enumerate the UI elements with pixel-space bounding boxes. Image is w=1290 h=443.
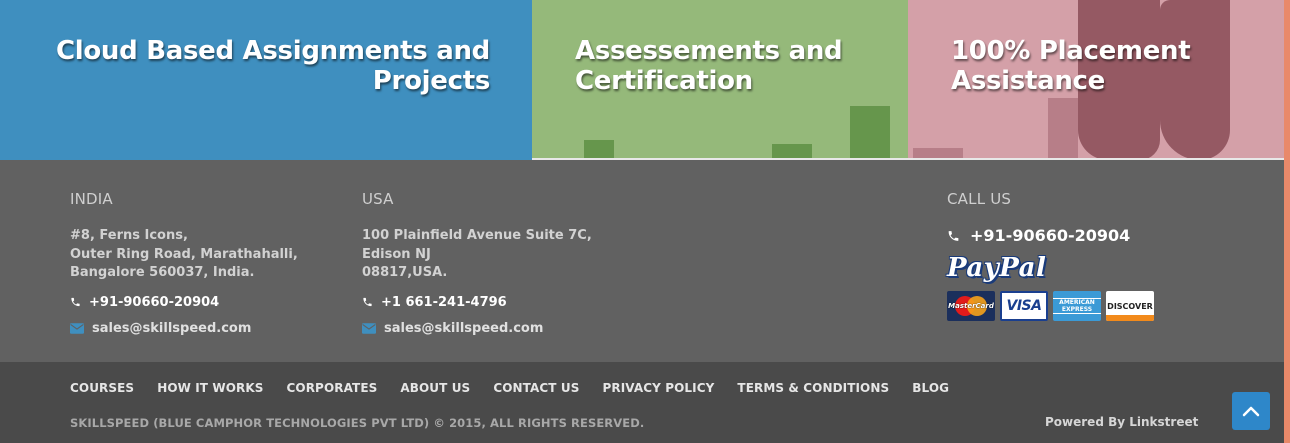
footer-nav: COURSES HOW IT WORKS CORPORATES ABOUT US… <box>70 381 972 395</box>
features-band: Cloud Based Assignments and Projects Ass… <box>0 0 1284 160</box>
nav-privacy-policy[interactable]: PRIVACY POLICY <box>602 381 714 395</box>
nav-courses[interactable]: COURSES <box>70 381 134 395</box>
feature-title: 100% Placement Assistance <box>951 36 1191 96</box>
feature-assessments: Assessements and Certification <box>532 0 908 160</box>
chevron-up-icon <box>1242 406 1260 417</box>
card-name: AMERICAN EXPRESS <box>1053 298 1101 314</box>
phone-icon <box>948 230 959 241</box>
phone-icon <box>71 297 80 307</box>
card-name: DISCOVER <box>1107 301 1153 311</box>
skyline-building <box>913 148 963 158</box>
nav-contact-us[interactable]: CONTACT US <box>493 381 579 395</box>
nav-corporates[interactable]: CORPORATES <box>287 381 378 395</box>
address-line: 100 Plainfield Avenue Suite 7C, <box>362 228 592 243</box>
scroll-to-top-button[interactable] <box>1232 392 1270 430</box>
envelope-icon <box>70 322 84 334</box>
phone-icon <box>363 297 372 307</box>
nav-about-us[interactable]: ABOUT US <box>400 381 470 395</box>
payment-cards: MasterCard VISA AMERICAN EXPRESS DISCOVE… <box>947 291 1247 321</box>
address-line: 08817,USA. <box>362 265 448 280</box>
page-scrollbar[interactable] <box>1284 0 1290 443</box>
feature-title: Assessements and Certification <box>575 36 843 96</box>
address-line: Outer Ring Road, Marathahalli, <box>70 246 298 262</box>
phone-number: +91-90660-20904 <box>970 226 1131 245</box>
mastercard-logo: MasterCard <box>947 291 995 321</box>
india-contact: INDIA #8, Ferns Icons, Outer Ring Road, … <box>70 190 330 336</box>
india-heading: INDIA <box>70 190 113 208</box>
nav-blog[interactable]: BLOG <box>912 381 949 395</box>
copyright-text: SKILLSPEED (BLUE CAMPHOR TECHNOLOGIES PV… <box>70 416 645 430</box>
powered-by-link[interactable]: Powered By Linkstreet <box>1045 415 1198 429</box>
usa-contact: USA 100 Plainfield Avenue Suite 7C, Edis… <box>362 190 622 336</box>
usa-heading: USA <box>362 190 394 208</box>
india-address: #8, Ferns Icons, Outer Ring Road, Marath… <box>70 227 330 283</box>
envelope-icon <box>362 322 376 334</box>
skyline-building <box>1048 98 1078 158</box>
skyline-building <box>772 144 812 158</box>
nav-how-it-works[interactable]: HOW IT WORKS <box>157 381 263 395</box>
contact-section: INDIA #8, Ferns Icons, Outer Ring Road, … <box>0 160 1284 362</box>
discover-logo: DISCOVER <box>1106 291 1154 321</box>
call-us: CALL US +91-90660-20904 PayPal MasterCar… <box>947 190 1247 321</box>
visa-logo: VISA <box>1000 291 1048 321</box>
address-line: #8, Ferns Icons, <box>70 228 188 243</box>
call-heading: CALL US <box>947 190 1012 208</box>
phone-number: +1 661-241-4796 <box>381 294 507 310</box>
card-name: MasterCard <box>948 302 994 310</box>
call-phone[interactable]: +91-90660-20904 <box>947 226 1247 245</box>
skyline-building <box>584 140 614 158</box>
email-address: sales@skillspeed.com <box>92 320 252 336</box>
phone-number: +91-90660-20904 <box>89 294 220 310</box>
india-email[interactable]: sales@skillspeed.com <box>70 321 330 336</box>
paypal-logo: PayPal <box>947 253 1047 283</box>
skyline-building <box>850 106 890 158</box>
india-phone[interactable]: +91-90660-20904 <box>70 295 330 310</box>
feature-title: Cloud Based Assignments and Projects <box>55 36 490 96</box>
address-line: Edison NJ <box>362 246 431 262</box>
nav-terms-conditions[interactable]: TERMS & CONDITIONS <box>737 381 889 395</box>
feature-placement: 100% Placement Assistance <box>908 0 1284 160</box>
address-line: Bangalore 560037, India. <box>70 265 255 280</box>
usa-address: 100 Plainfield Avenue Suite 7C, Edison N… <box>362 227 622 283</box>
usa-email[interactable]: sales@skillspeed.com <box>362 321 622 336</box>
card-name: VISA <box>1006 298 1042 314</box>
feature-cloud-assignments: Cloud Based Assignments and Projects <box>0 0 532 160</box>
amex-logo: AMERICAN EXPRESS <box>1053 291 1101 321</box>
bottom-bar: COURSES HOW IT WORKS CORPORATES ABOUT US… <box>0 362 1284 443</box>
email-address: sales@skillspeed.com <box>384 320 544 336</box>
usa-phone[interactable]: +1 661-241-4796 <box>362 295 622 310</box>
